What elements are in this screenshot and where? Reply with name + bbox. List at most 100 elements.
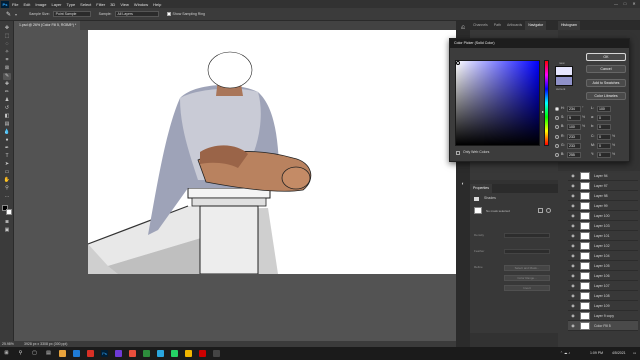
layer-row[interactable]: ◉ Layer 94	[568, 171, 638, 181]
clone-stamp-tool-icon[interactable]: ♟	[3, 97, 11, 104]
menu-edit[interactable]: Edit	[23, 2, 30, 7]
layer-name[interactable]: Layer 98	[594, 191, 608, 201]
visibility-eye-icon[interactable]: ◉	[570, 273, 576, 279]
layer-row[interactable]: ◉ Layer 99	[568, 201, 638, 211]
invert-button[interactable]: Invert	[504, 285, 550, 291]
menu-3d[interactable]: 3D	[110, 2, 115, 7]
minimize-icon[interactable]: —	[612, 0, 620, 8]
menu-filter[interactable]: Filter	[96, 2, 105, 7]
b-field[interactable]: 0	[597, 124, 611, 130]
ok-button[interactable]: OK	[586, 53, 626, 61]
lightness-field[interactable]: 100	[597, 106, 611, 112]
maximize-icon[interactable]: □	[621, 0, 629, 8]
adjust-panel-icon[interactable]: ◐	[459, 181, 467, 188]
layer-name[interactable]: Layer 94	[594, 171, 608, 181]
layer-row[interactable]: ◉ Layer 101	[568, 231, 638, 241]
tab-properties[interactable]: Properties	[470, 184, 492, 193]
close-icon[interactable]: ✕	[630, 0, 638, 8]
gradient-tool-icon[interactable]: ▤	[3, 121, 11, 128]
saturation-field[interactable]: 9	[567, 115, 581, 121]
background-color-swatch[interactable]	[6, 209, 12, 215]
layer-name[interactable]: Layer 108	[594, 291, 610, 301]
color-range-button[interactable]: Color Range...	[504, 275, 550, 281]
add-to-swatches-button[interactable]: Add to Swatches	[586, 79, 626, 87]
layer-name[interactable]: Layer 104	[594, 251, 610, 261]
app-icon-green[interactable]	[143, 350, 150, 357]
path-select-tool-icon[interactable]: ➤	[3, 161, 11, 168]
crop-tool-icon[interactable]: ⌗	[3, 57, 11, 64]
tab-paths[interactable]: Path	[491, 21, 504, 30]
hand-tool-icon[interactable]: ✋	[3, 177, 11, 184]
tab-navigator[interactable]: Navigator	[525, 21, 547, 30]
visibility-eye-icon[interactable]: ◉	[570, 313, 576, 319]
layer-name[interactable]: Layer 102	[594, 241, 610, 251]
layer-name[interactable]: Layer 105	[594, 261, 610, 271]
layer-row[interactable]: ◉ Layer 9 copy	[568, 311, 638, 321]
document-tab[interactable]: 1.psd @ 26% (Color Fill 5, RGB/8*) *	[16, 21, 80, 30]
current-color-swatch[interactable]	[555, 76, 573, 86]
lasso-tool-icon[interactable]: ◌	[3, 41, 11, 48]
visibility-eye-icon[interactable]: ◉	[570, 223, 576, 229]
clock-time[interactable]: 1:09 PM	[590, 347, 603, 360]
layer-row[interactable]: ◉ Layer 109	[568, 301, 638, 311]
pixel-mask-icon[interactable]	[538, 208, 543, 213]
layer-row[interactable]: ◉ Layer 104	[568, 251, 638, 261]
layer-row[interactable]: ◉ Layer 108	[568, 291, 638, 301]
menu-layer[interactable]: Layer	[51, 2, 61, 7]
brightness-field[interactable]: 100	[567, 124, 581, 130]
layer-row[interactable]: ◉ Layer 97	[568, 181, 638, 191]
brush-tool-icon[interactable]: ✏	[3, 89, 11, 96]
folder-icon[interactable]	[59, 350, 66, 357]
sample-size-select[interactable]: Point Sample	[52, 11, 91, 17]
clock-date[interactable]: 4/5/2021	[612, 347, 626, 360]
layer-name[interactable]: Layer 107	[594, 281, 610, 291]
color-libraries-button[interactable]: Color Libraries	[586, 92, 626, 100]
menu-help[interactable]: Help	[153, 2, 161, 7]
brightness-radio[interactable]	[555, 125, 559, 129]
visibility-eye-icon[interactable]: ◉	[570, 293, 576, 299]
select-and-mask-button[interactable]: Select and Mask...	[504, 265, 550, 271]
red-field[interactable]: 233	[567, 134, 581, 140]
visibility-eye-icon[interactable]: ◉	[570, 183, 576, 189]
notifications-icon[interactable]: ▭	[633, 347, 636, 360]
app-icon-blue[interactable]	[157, 350, 164, 357]
blur-tool-icon[interactable]: 💧	[3, 129, 11, 136]
tab-histogram[interactable]: Histogram	[558, 21, 580, 30]
move-tool-icon[interactable]: ✥	[3, 25, 11, 32]
layer-name[interactable]: Color Fill 5	[594, 321, 611, 331]
tab-artboards[interactable]: Artboards	[504, 21, 525, 30]
layer-name[interactable]: Layer 109	[594, 301, 610, 311]
visibility-eye-icon[interactable]: ◉	[570, 253, 576, 259]
zoom-tool-icon[interactable]: ⚲	[3, 185, 11, 192]
layer-name[interactable]: Layer 9 copy	[594, 311, 614, 321]
hue-slider-arrow-icon[interactable]: ▸	[542, 109, 544, 114]
yellow-field[interactable]: 0	[597, 152, 611, 158]
whatsapp-icon[interactable]	[171, 350, 178, 357]
blue-radio[interactable]	[555, 153, 559, 157]
browser-icon[interactable]	[73, 350, 80, 357]
menu-select[interactable]: Select	[80, 2, 91, 7]
vector-mask-icon[interactable]	[546, 208, 551, 213]
cyan-field[interactable]: 0	[597, 134, 611, 140]
menu-view[interactable]: View	[120, 2, 129, 7]
app-icon-gray[interactable]	[213, 350, 220, 357]
visibility-eye-icon[interactable]: ◉	[570, 323, 576, 329]
chrome-icon[interactable]	[87, 350, 94, 357]
menu-file[interactable]: File	[12, 2, 18, 7]
task-view-icon[interactable]: ▢	[31, 350, 38, 357]
layer-row[interactable]: ◉ Layer 100	[568, 211, 638, 221]
menu-image[interactable]: Image	[35, 2, 46, 7]
more-tools-icon[interactable]: …	[3, 193, 11, 200]
visibility-eye-icon[interactable]: ◉	[570, 303, 576, 309]
visibility-eye-icon[interactable]: ◉	[570, 233, 576, 239]
visibility-eye-icon[interactable]: ◉	[570, 263, 576, 269]
layer-name[interactable]: Layer 97	[594, 181, 608, 191]
eraser-tool-icon[interactable]: ◧	[3, 113, 11, 120]
layer-row[interactable]: ◉ Color Fill 5	[568, 321, 638, 331]
visibility-eye-icon[interactable]: ◉	[570, 193, 576, 199]
saturation-radio[interactable]	[555, 116, 559, 120]
dodge-tool-icon[interactable]: ●	[3, 137, 11, 144]
saturation-brightness-field[interactable]	[455, 60, 540, 146]
frame-tool-icon[interactable]: ⊠	[3, 65, 11, 72]
layer-name[interactable]: Layer 106	[594, 271, 610, 281]
